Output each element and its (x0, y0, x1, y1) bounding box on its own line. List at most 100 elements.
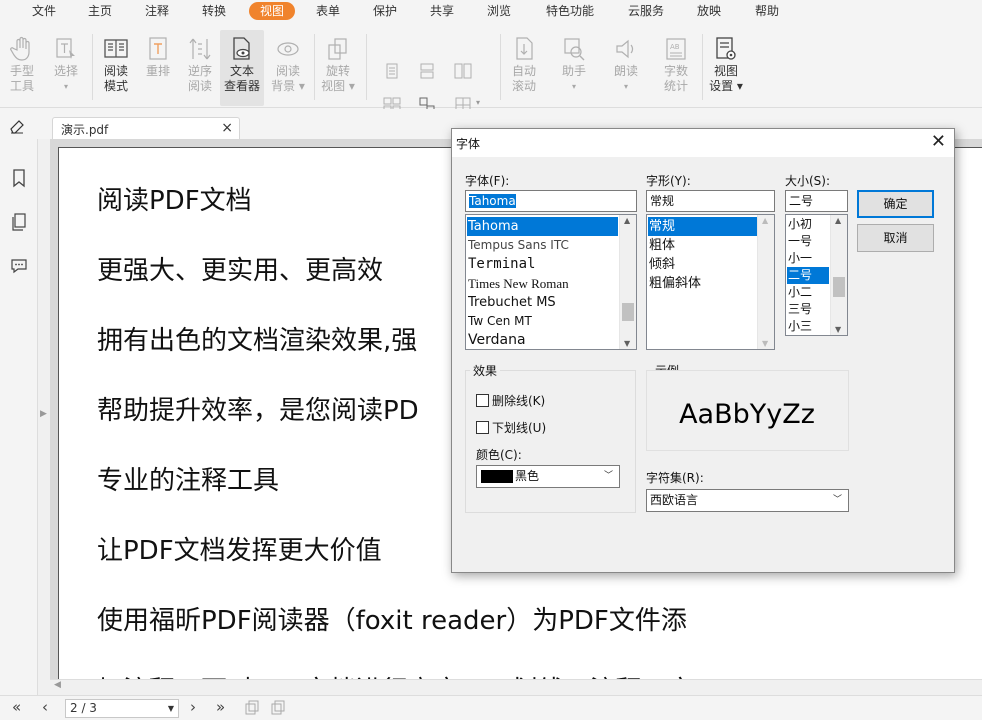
menu-slideshow[interactable]: 放映 (693, 2, 725, 20)
scroll-left-icon[interactable]: ◀ (54, 680, 61, 690)
size-list[interactable]: 小初 一号 小一 二号 小二 三号 小三 ▲ ▼ (785, 214, 848, 336)
style-input[interactable]: 常规 (646, 190, 775, 212)
page-number-select[interactable]: 2 / 3 ▼ (65, 699, 179, 718)
dialog-titlebar[interactable]: 字体 ✕ (452, 129, 954, 157)
sidebar-toggle[interactable]: ▶ (38, 139, 50, 695)
scroll-down-icon[interactable]: ▼ (835, 325, 841, 334)
size-option-selected[interactable]: 二号 (787, 267, 829, 284)
menu-convert[interactable]: 转换 (198, 2, 230, 20)
prev-page-icon[interactable]: ‹ (42, 698, 48, 716)
style-option[interactable]: 粗偏斜体 (648, 274, 701, 293)
strikethrough-checkbox[interactable] (476, 394, 489, 407)
scroll-thumb[interactable] (622, 303, 634, 321)
menu-special[interactable]: 特色功能 (541, 2, 599, 20)
font-option[interactable]: Times New Roman (467, 274, 569, 293)
reverse-read-button[interactable]: 逆序 阅读 (178, 30, 222, 106)
rotate-view-button[interactable]: 旋转 视图 ▾ (316, 30, 360, 106)
strikethrough-label[interactable]: 删除线(K) (492, 392, 545, 409)
page-text-line: 更强大、更实用、更高效 (97, 256, 384, 286)
ok-button[interactable]: 确定 (857, 190, 934, 218)
speaker-icon (616, 39, 634, 59)
continuous-page-icon[interactable] (418, 62, 436, 80)
size-option[interactable]: 一号 (787, 233, 812, 250)
font-option[interactable]: Verdana (467, 331, 526, 349)
eraser-icon[interactable] (8, 117, 26, 135)
tab-close-icon[interactable]: × (221, 120, 233, 136)
font-option[interactable]: Terminal (467, 255, 535, 274)
scroll-up-icon[interactable]: ▲ (624, 216, 630, 225)
menu-view[interactable]: 视图 (249, 2, 295, 20)
split-chevron-down-icon[interactable]: ▾ (476, 98, 480, 107)
last-page-icon[interactable]: » (216, 698, 225, 716)
hand-tool-button[interactable]: 手型 工具 (0, 30, 44, 106)
menu-home[interactable]: 主页 (84, 2, 116, 20)
color-select[interactable]: 黑色 ﹀ (476, 465, 620, 488)
menu-share[interactable]: 共享 (426, 2, 458, 20)
cancel-button[interactable]: 取消 (857, 224, 934, 252)
menu-browse[interactable]: 浏览 (483, 2, 515, 20)
horizontal-scrollbar[interactable]: ◀ (50, 679, 982, 695)
pages-icon[interactable] (9, 212, 29, 232)
read-background-button[interactable]: 阅读 背景 ▾ (266, 30, 310, 106)
chevron-down-icon: ﹀ (603, 471, 613, 481)
read-aloud-button[interactable]: 朗读 ▾ (604, 30, 648, 106)
text-viewer-button[interactable]: 文本 查看器 (220, 30, 264, 106)
assistant-button[interactable]: 助手 ▾ (552, 30, 596, 106)
size-option[interactable]: 小初 (787, 216, 812, 233)
word-count-button[interactable]: AB 字数 统计 (654, 30, 698, 106)
style-list[interactable]: 常规 粗体 倾斜 粗偏斜体 ▲ ▼ (646, 214, 775, 350)
font-option-tahoma[interactable]: Tahoma (467, 217, 618, 236)
scroll-thumb[interactable] (833, 277, 845, 297)
ribbon-divider (314, 34, 315, 100)
dialog-close-icon[interactable]: ✕ (931, 131, 946, 152)
select-tool-button[interactable]: 选择 ▾ (44, 30, 88, 106)
scroll-down-icon[interactable]: ▼ (762, 339, 768, 348)
font-list[interactable]: Tahoma Tempus Sans ITC Terminal Times Ne… (465, 214, 637, 350)
size-option[interactable]: 三号 (787, 301, 812, 318)
style-option[interactable]: 粗体 (648, 236, 675, 255)
size-option[interactable]: 小三 (787, 318, 812, 335)
auto-scroll-button[interactable]: 自动 滚动 (502, 30, 546, 106)
charset-select[interactable]: 西欧语言 ﹀ (646, 489, 849, 512)
scroll-up-icon[interactable]: ▲ (835, 216, 841, 225)
font-option[interactable]: Trebuchet MS (467, 293, 556, 312)
size-list-scrollbar[interactable]: ▲ ▼ (830, 215, 847, 335)
view-settings-button[interactable]: 视图 设置 ▾ (704, 30, 748, 106)
next-page-icon[interactable]: › (190, 698, 196, 716)
menu-cloud[interactable]: 云服务 (624, 2, 668, 20)
single-page-icon[interactable] (383, 62, 401, 80)
reflow-button[interactable]: 重排 (136, 30, 180, 106)
scroll-down-icon[interactable]: ▼ (624, 339, 630, 348)
style-list-scrollbar[interactable]: ▲ ▼ (757, 215, 774, 349)
font-list-scrollbar[interactable]: ▲ ▼ (619, 215, 636, 349)
next-view-icon[interactable] (270, 700, 286, 716)
font-option[interactable]: Tempus Sans ITC (467, 236, 569, 255)
comments-icon[interactable] (9, 256, 29, 276)
font-input[interactable]: Tahoma (465, 190, 637, 212)
menu-protect[interactable]: 保护 (369, 2, 401, 20)
size-input[interactable]: 二号 (785, 190, 848, 212)
menu-comment[interactable]: 注释 (141, 2, 173, 20)
menu-file[interactable]: 文件 (28, 2, 60, 20)
assistant-label: 助手 (561, 64, 586, 78)
bookmark-icon[interactable] (9, 168, 29, 188)
scroll-up-icon[interactable]: ▲ (762, 216, 768, 225)
read-mode-label-2: 模式 (103, 79, 128, 93)
facing-page-icon[interactable] (454, 62, 472, 80)
underline-label[interactable]: 下划线(U) (492, 419, 546, 436)
menu-help[interactable]: 帮助 (751, 2, 783, 20)
size-option[interactable]: 小二 (787, 284, 812, 301)
style-option-regular[interactable]: 常规 (648, 217, 757, 236)
auto-scroll-icon (516, 37, 533, 60)
ribbon-toolbar: 手型 工具 选择 ▾ 阅读 模式 重排 逆序 阅读 文本 查看器 阅读 背景 ▾… (0, 22, 982, 113)
previous-view-icon[interactable] (244, 700, 260, 716)
font-option[interactable]: Tw Cen MT (467, 312, 532, 331)
document-tab[interactable]: 演示.pdf × (52, 117, 240, 139)
size-option[interactable]: 小一 (787, 250, 812, 267)
word-count-label-1: 字数 (663, 64, 688, 78)
underline-checkbox[interactable] (476, 421, 489, 434)
menu-form[interactable]: 表单 (312, 2, 344, 20)
first-page-icon[interactable]: « (12, 698, 21, 716)
read-mode-button[interactable]: 阅读 模式 (94, 30, 138, 106)
style-option[interactable]: 倾斜 (648, 255, 675, 274)
